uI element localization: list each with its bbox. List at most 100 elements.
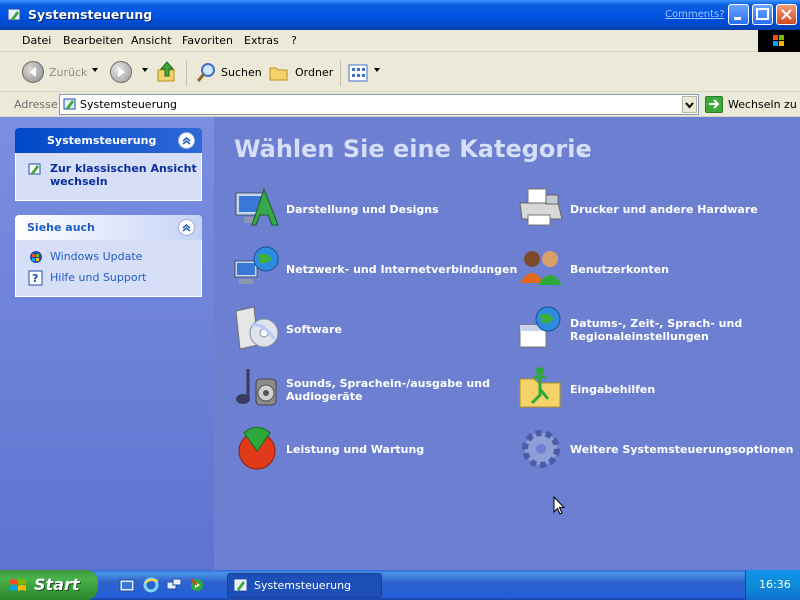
- menu-extras[interactable]: Extras: [244, 34, 279, 47]
- go-button[interactable]: [705, 96, 723, 113]
- forward-arrow-icon: [118, 67, 125, 77]
- search-icon[interactable]: [195, 62, 217, 84]
- up-folder-icon[interactable]: [156, 60, 178, 84]
- address-bar: Adresse Systemsteuerung Wechseln zu: [0, 92, 800, 117]
- minimize-button[interactable]: [728, 4, 749, 25]
- panel-title: Siehe auch: [27, 221, 95, 234]
- folders-icon[interactable]: [268, 63, 290, 83]
- forward-button[interactable]: [110, 61, 132, 83]
- toolbar: Zurück Suchen Ordner: [0, 52, 800, 92]
- category-view: Wählen Sie eine Kategorie . Darstellung …: [214, 117, 800, 570]
- search-button[interactable]: Suchen: [221, 66, 262, 79]
- chevron-up-double-icon: [182, 137, 191, 145]
- category-label: Eingabehilfen: [570, 383, 656, 396]
- performance-icon: [238, 427, 276, 470]
- gear-icon: [522, 430, 560, 468]
- user-accounts-icon: [520, 251, 562, 285]
- sounds-icon: [236, 369, 277, 406]
- svg-text:?: ?: [32, 272, 38, 285]
- clock[interactable]: 16:36: [759, 578, 791, 591]
- help-support-link[interactable]: Hilfe und Support: [50, 271, 146, 284]
- page-title: Wählen Sie eine Kategorie: [234, 135, 592, 163]
- taskbar: Start Systemsteuerung 16:36: [0, 570, 800, 600]
- network-shortcut-icon[interactable]: [166, 577, 182, 593]
- appearance-icon: [235, 187, 279, 226]
- menu-datei[interactable]: Datei: [22, 34, 51, 47]
- close-icon: [781, 9, 792, 20]
- internet-explorer-icon[interactable]: [143, 577, 159, 593]
- folders-button[interactable]: Ordner: [295, 66, 333, 79]
- control-panel-icon: [234, 579, 247, 591]
- menu-bearbeiten[interactable]: Bearbeiten: [63, 34, 123, 47]
- title-period: .: [578, 135, 588, 163]
- menu-ansicht[interactable]: Ansicht: [131, 34, 172, 47]
- category-label: Weitere Systemsteuerungsoptionen: [570, 443, 794, 456]
- address-value: Systemsteuerung: [80, 98, 178, 111]
- windows-flag-icon: [10, 579, 26, 591]
- control-panel-icon: [7, 8, 21, 21]
- window-title: Systemsteuerung: [28, 7, 153, 22]
- address-label: Adresse: [14, 98, 58, 111]
- category-label: Sounds, Sprachein-/ausgabe und: [286, 377, 491, 390]
- forward-dropdown-icon[interactable]: [142, 68, 148, 72]
- windows-logo: [758, 30, 800, 52]
- category-label: Drucker und andere Hardware: [570, 203, 758, 216]
- start-label: Start: [34, 575, 80, 594]
- date-time-icon: [519, 306, 561, 348]
- printer-icon: [519, 188, 563, 226]
- category-label: Darstellung und Designs: [286, 203, 439, 216]
- panel-header[interactable]: Systemsteuerung: [15, 128, 202, 153]
- maximize-icon: [756, 8, 769, 20]
- close-button[interactable]: [776, 4, 797, 25]
- panel-header[interactable]: Siehe auch: [15, 215, 202, 240]
- classic-view-link[interactable]: Zur klassischen Ansicht: [50, 162, 197, 175]
- task-label: Systemsteuerung: [254, 579, 352, 592]
- toolbar-separator: [186, 60, 187, 86]
- media-player-icon[interactable]: [189, 577, 205, 593]
- panel-control-panel: Systemsteuerung Zur klassischen Ansicht …: [15, 128, 202, 201]
- panel-body: Windows Update ? Hilfe und Support: [15, 240, 202, 297]
- address-input[interactable]: Systemsteuerung: [59, 94, 699, 115]
- comments-link[interactable]: Comments?: [665, 9, 725, 20]
- control-panel-icon: [28, 163, 41, 175]
- menu-help[interactable]: ?: [291, 34, 297, 47]
- back-button[interactable]: [22, 61, 44, 83]
- category-label: Leistung und Wartung: [286, 443, 425, 456]
- task-pane: Systemsteuerung Zur klassischen Ansicht …: [0, 117, 214, 570]
- chevron-down-icon: [685, 102, 694, 109]
- minimize-icon: [734, 17, 741, 20]
- category-label: Datums-, Zeit-, Sprach- und: [570, 317, 743, 330]
- category-label: Netzwerk- und Internetverbindungen: [286, 263, 518, 276]
- maximize-button[interactable]: [752, 4, 773, 25]
- title-bar: Systemsteuerung Comments?: [0, 0, 800, 30]
- windows-update-link[interactable]: Windows Update: [50, 250, 142, 263]
- views-dropdown-icon[interactable]: [374, 68, 380, 72]
- show-desktop-icon[interactable]: [119, 577, 135, 593]
- panel-see-also: Siehe auch Windows Update ? Hilfe und Su…: [15, 215, 202, 297]
- help-icon: ?: [28, 270, 43, 286]
- go-label[interactable]: Wechseln zu: [728, 98, 797, 111]
- category-label-cont: Audiogeräte: [286, 390, 363, 403]
- back-dropdown-icon[interactable]: [92, 68, 98, 72]
- address-dropdown-button[interactable]: [682, 96, 697, 113]
- back-arrow-icon: [29, 67, 36, 77]
- arrow-right-icon: [709, 99, 720, 109]
- menu-bar: Datei Bearbeiten Ansicht Favoriten Extra…: [0, 30, 800, 52]
- chevron-up-double-icon: [182, 224, 191, 232]
- network-icon: [234, 246, 279, 284]
- system-tray: 16:36: [745, 570, 800, 600]
- mouse-cursor-icon: [553, 496, 565, 515]
- views-icon[interactable]: [348, 63, 370, 83]
- start-button[interactable]: Start: [0, 570, 98, 600]
- accessibility-icon: [519, 367, 561, 408]
- windows-update-icon: [30, 251, 42, 263]
- category-label: Software: [286, 323, 342, 336]
- collapse-button[interactable]: [178, 219, 195, 236]
- back-label: Zurück: [49, 66, 88, 79]
- category-label-cont: Regionaleinstellungen: [570, 330, 709, 343]
- taskbar-task-control-panel[interactable]: Systemsteuerung: [227, 573, 382, 598]
- collapse-button[interactable]: [178, 132, 195, 149]
- panel-title: Systemsteuerung: [47, 134, 157, 147]
- menu-favoriten[interactable]: Favoriten: [182, 34, 233, 47]
- classic-view-link-cont[interactable]: wechseln: [50, 175, 108, 188]
